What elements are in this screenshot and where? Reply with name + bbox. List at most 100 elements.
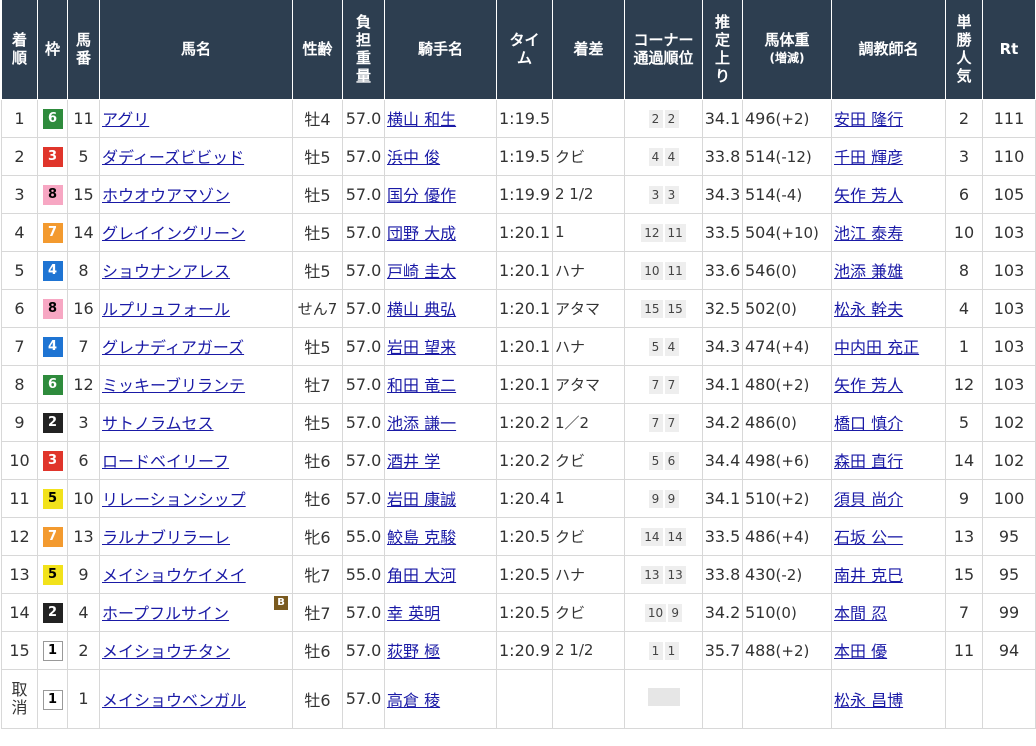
popularity-cell: 5 (945, 403, 983, 442)
corner-cell: 54 (624, 327, 703, 366)
jockey-link[interactable]: 横山 和生 (387, 110, 456, 129)
bodyweight-diff: (+2) (775, 489, 810, 508)
horse-link[interactable]: ルプリュフォール (102, 300, 230, 319)
jockey-link[interactable]: 角田 大河 (387, 566, 456, 585)
trainer-link[interactable]: 本田 優 (834, 642, 887, 661)
jockey-link[interactable]: 岩田 康誠 (387, 490, 456, 509)
jockey-link[interactable]: 幸 英明 (387, 604, 440, 623)
horse-cell: ダディーズビビッド (99, 137, 293, 176)
waku-badge: 2 (42, 603, 63, 623)
last3f-cell: 33.6 (702, 251, 743, 290)
jockey-cell: 岩田 望来 (384, 327, 497, 366)
trainer-link[interactable]: 池添 兼雄 (834, 262, 903, 281)
sexage-cell: 牝6 (292, 517, 343, 556)
corner-position: 13 (664, 566, 686, 584)
corner-position: 5 (648, 452, 663, 470)
trainer-link[interactable]: 石坂 公一 (834, 528, 903, 547)
trainer-link[interactable]: 池江 泰寿 (834, 224, 903, 243)
trainer-link[interactable]: 森田 直行 (834, 452, 903, 471)
jockey-link[interactable]: 荻野 極 (387, 642, 440, 661)
jockey-link[interactable]: 横山 典弘 (387, 300, 456, 319)
jockey-link[interactable]: 国分 優作 (387, 186, 456, 205)
trainer-link[interactable]: 安田 隆行 (834, 110, 903, 129)
corner-position (663, 687, 680, 706)
horse-link[interactable]: ダディーズビビッド (102, 148, 244, 167)
horse-link[interactable]: ロードベイリーフ (102, 452, 229, 471)
jockey-link[interactable]: 池添 謙一 (387, 414, 456, 433)
waku-badge: 6 (42, 375, 63, 395)
bodyweight-cell: 510(0) (742, 593, 832, 632)
sexage-cell: 牡5 (292, 213, 343, 252)
horse-link[interactable]: ホウオウアマゾン (102, 186, 230, 205)
trainer-cell: 南井 克巳 (831, 555, 946, 594)
jockey-link[interactable]: 浜中 俊 (387, 148, 440, 167)
umaban-cell: 15 (67, 175, 100, 214)
trainer-link[interactable]: 松永 昌博 (834, 691, 903, 710)
trainer-link[interactable]: 矢作 芳人 (834, 376, 903, 395)
horse-cell: メイショウケイメイ (99, 555, 293, 594)
jockey-link[interactable]: 高倉 稜 (387, 691, 440, 710)
bodyweight-diff: (0) (775, 413, 797, 432)
waku-cell: 2 (37, 403, 68, 442)
trainer-cell: 千田 輝彦 (831, 137, 946, 176)
waku-cell: 6 (37, 365, 68, 404)
waku-cell: 5 (37, 555, 68, 594)
trainer-link[interactable]: 千田 輝彦 (834, 148, 903, 167)
umaban-cell: 9 (67, 555, 100, 594)
umaban-cell: 6 (67, 441, 100, 480)
umaban-cell: 5 (67, 137, 100, 176)
waku-cell: 2 (37, 593, 68, 632)
umaban-cell: 1 (67, 669, 100, 729)
corner-position: 12 (641, 224, 663, 242)
horse-link[interactable]: ラルナブリラーレ (102, 528, 230, 547)
umaban-cell: 7 (67, 327, 100, 366)
popularity-cell: 3 (945, 137, 983, 176)
popularity-cell: 7 (945, 593, 983, 632)
trainer-cell: 石坂 公一 (831, 517, 946, 556)
margin-cell: クビ (552, 137, 625, 176)
sexage-cell: 牡5 (292, 175, 343, 214)
time-cell: 1:20.2 (496, 403, 553, 442)
corner-position: 7 (648, 376, 663, 394)
horse-link[interactable]: サトノラムセス (102, 414, 214, 433)
jockey-link[interactable]: 戸崎 圭太 (387, 262, 456, 281)
margin-cell: 2 1/2 (552, 631, 625, 670)
horse-link[interactable]: リレーションシップ (102, 490, 246, 509)
time-cell: 1:19.9 (496, 175, 553, 214)
trainer-link[interactable]: 中内田 充正 (834, 338, 919, 357)
trainer-link[interactable]: 本間 忍 (834, 604, 887, 623)
jockey-link[interactable]: 団野 大成 (387, 224, 456, 243)
horse-cell: サトノラムセス (99, 403, 293, 442)
jockey-cell: 横山 和生 (384, 99, 497, 138)
horse-link[interactable]: ホープフルサイン (102, 604, 229, 623)
jockey-link[interactable]: 鮫島 克駿 (387, 528, 456, 547)
horse-link[interactable]: グレイイングリーン (102, 224, 245, 243)
weight-cell: 57.0 (342, 213, 385, 252)
jockey-link[interactable]: 和田 竜二 (387, 376, 456, 395)
horse-link[interactable]: メイショウチタン (102, 642, 230, 661)
horse-link[interactable]: ミッキーブリランテ (102, 376, 245, 395)
horse-link[interactable]: メイショウベンガル (102, 691, 246, 710)
jockey-link[interactable]: 岩田 望来 (387, 338, 456, 357)
time-cell: 1:20.5 (496, 555, 553, 594)
trainer-link[interactable]: 須貝 尚介 (834, 490, 903, 509)
horse-link[interactable]: ショウナンアレス (102, 262, 230, 281)
waku-badge: 1 (42, 641, 63, 661)
trainer-link[interactable]: 矢作 芳人 (834, 186, 903, 205)
horse-link[interactable]: グレナディアガーズ (102, 338, 244, 357)
trainer-cell: 中内田 充正 (831, 327, 946, 366)
time-cell: 1:19.5 (496, 137, 553, 176)
sexage-cell: 牡6 (292, 669, 343, 729)
horse-link[interactable]: アグリ (102, 110, 149, 129)
weight-cell: 57.0 (342, 441, 385, 480)
horse-link[interactable]: メイショウケイメイ (102, 566, 246, 585)
corner-cell: 99 (624, 479, 703, 518)
trainer-link[interactable]: 南井 克巳 (834, 566, 903, 585)
trainer-link[interactable]: 松永 幹夫 (834, 300, 903, 319)
trainer-link[interactable]: 橋口 慎介 (834, 414, 903, 433)
popularity-cell: 6 (945, 175, 983, 214)
jockey-cell: 角田 大河 (384, 555, 497, 594)
last3f-cell: 32.5 (702, 289, 743, 328)
popularity-cell: 15 (945, 555, 983, 594)
jockey-link[interactable]: 酒井 学 (387, 452, 440, 471)
